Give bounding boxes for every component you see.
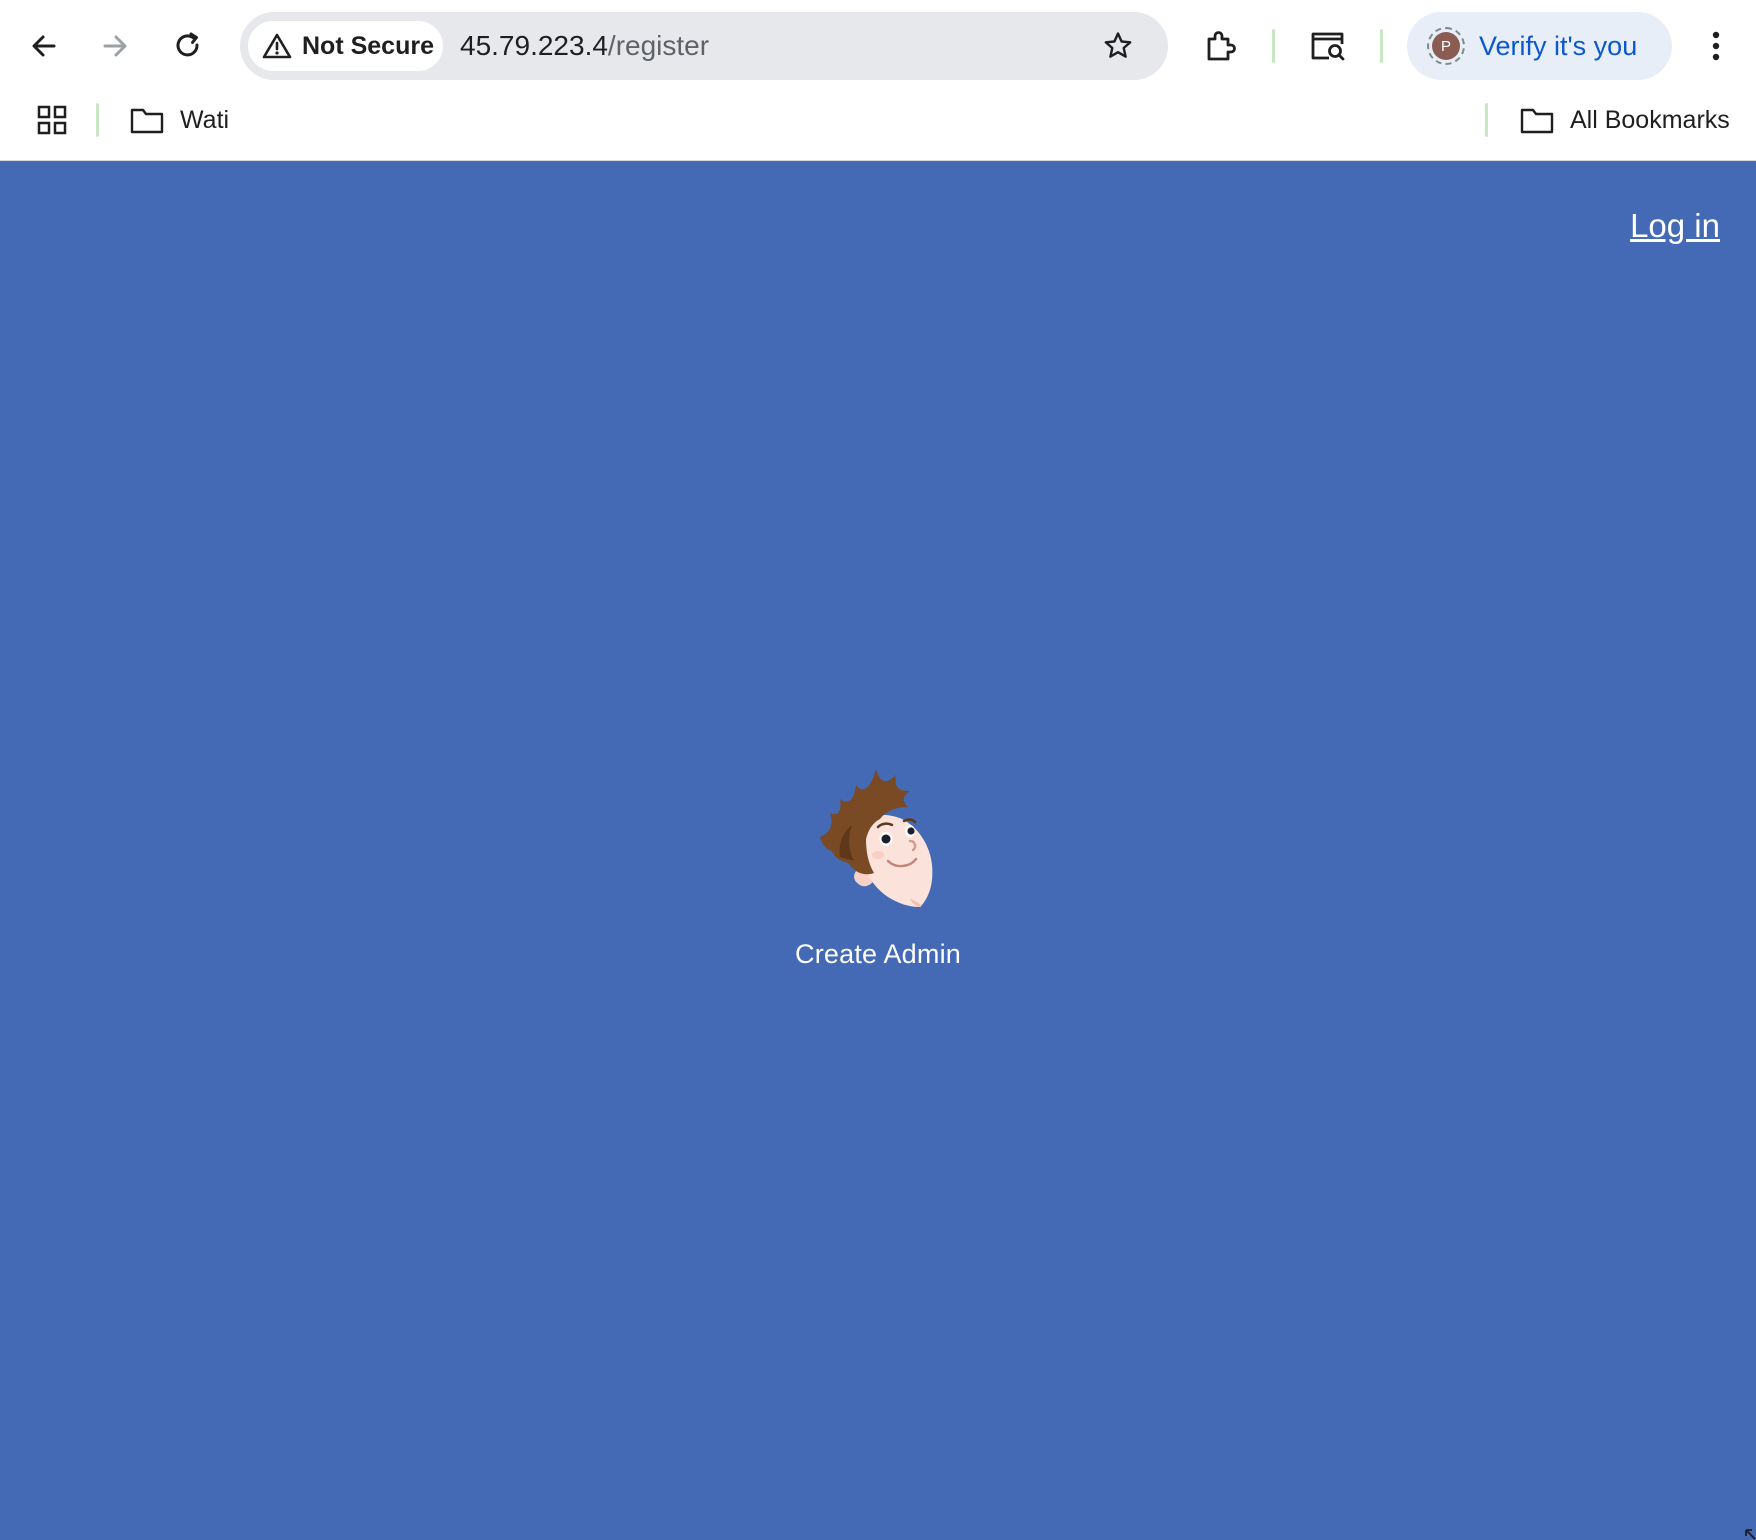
folder-icon xyxy=(1520,108,1554,134)
back-arrow-icon xyxy=(32,35,56,57)
toolbar-separator xyxy=(1272,29,1275,63)
extensions-button[interactable] xyxy=(1193,18,1249,74)
resize-grip-icon[interactable] xyxy=(1744,1528,1756,1540)
browser-menu-button[interactable] xyxy=(1688,18,1744,74)
all-bookmarks-folder[interactable]: All Bookmarks xyxy=(1520,96,1730,144)
bookmark-folder-wati[interactable]: Wati xyxy=(130,96,229,144)
reload-icon xyxy=(176,32,199,57)
mascot-icon xyxy=(820,769,933,907)
toolbar-separator xyxy=(1380,29,1383,63)
hero: Create Admin xyxy=(0,761,1756,970)
verify-label: Verify it's you xyxy=(1479,30,1638,61)
apps-grid-icon xyxy=(37,105,67,135)
avatar: P xyxy=(1427,27,1465,65)
bookmark-star-button[interactable] xyxy=(1090,18,1146,74)
page-title: Create Admin xyxy=(795,939,961,969)
forward-button[interactable] xyxy=(87,18,143,74)
avatar-initial: P xyxy=(1432,32,1460,60)
all-bookmarks-label: All Bookmarks xyxy=(1570,105,1730,134)
security-indicator[interactable]: Not Secure xyxy=(248,21,443,71)
forward-arrow-icon xyxy=(103,35,127,57)
login-link[interactable]: Log in xyxy=(1630,207,1720,245)
security-label: Not Secure xyxy=(302,31,434,60)
profile-verify-button[interactable]: P Verify it's you xyxy=(1407,12,1672,80)
tab-search-button[interactable] xyxy=(1300,18,1356,74)
apps-button[interactable] xyxy=(24,92,80,148)
extensions-puzzle-icon xyxy=(1207,31,1236,61)
bookmarks-separator xyxy=(96,103,99,137)
address-bar[interactable]: Not Secure 45.79.223.4/register xyxy=(240,12,1168,80)
back-button[interactable] xyxy=(16,18,72,74)
page-content: Log in Create Admin xyxy=(0,161,1756,1540)
browser-chrome: Not Secure 45.79.223.4/register P Verify… xyxy=(0,0,1756,161)
url-text[interactable]: 45.79.223.4/register xyxy=(460,12,709,80)
folder-icon xyxy=(130,108,164,134)
tab-search-icon xyxy=(1311,32,1345,61)
kebab-menu-icon xyxy=(1712,31,1720,61)
reload-button[interactable] xyxy=(160,18,216,74)
url-path: /register xyxy=(607,30,710,61)
bookmark-folder-label: Wati xyxy=(180,105,230,134)
star-icon xyxy=(1104,32,1132,58)
warning-triangle-icon xyxy=(262,33,292,59)
url-host: 45.79.223.4 xyxy=(460,30,608,61)
bookmarks-separator xyxy=(1485,103,1488,137)
